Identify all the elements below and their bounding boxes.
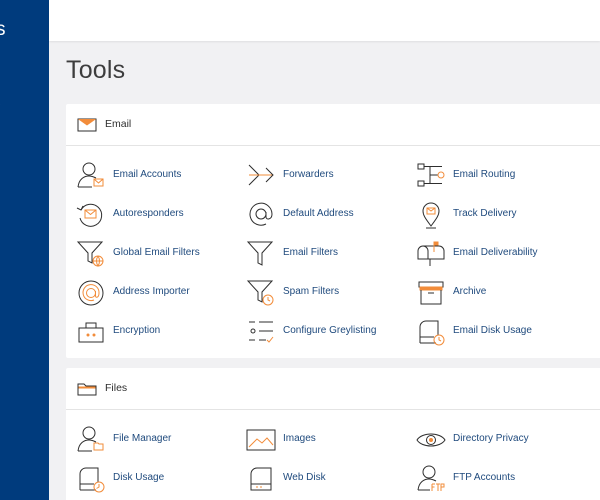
user-ftp-icon (416, 464, 446, 494)
tool-label: Email Filters (283, 247, 339, 258)
archive-box-icon (416, 278, 446, 308)
tool-label: Global Email Filters (113, 247, 200, 258)
tool-label: Images (283, 433, 316, 444)
sidebar: s y (0, 0, 49, 500)
checklist-icon (246, 317, 276, 347)
autoresponder-icon (76, 200, 106, 230)
email-panel-header[interactable]: Email (66, 104, 600, 146)
user-file-icon (76, 425, 106, 455)
envelope-icon (77, 117, 97, 133)
at-import-icon (76, 278, 106, 308)
tool-label: Archive (453, 286, 487, 297)
tool-label: Email Deliverability (453, 247, 538, 258)
at-sign-icon (246, 200, 276, 230)
tool-label: Configure Greylisting (283, 325, 377, 336)
top-bar (49, 0, 600, 41)
tool-label: Default Address (283, 208, 354, 219)
files-panel: Files File Manager Images Directory Priv… (66, 368, 600, 500)
tool-label: Spam Filters (283, 286, 340, 297)
tool-label: Email Routing (453, 169, 516, 180)
disk-usage-icon (76, 464, 106, 494)
tool-label: FTP Accounts (453, 472, 516, 483)
tool-label: Address Importer (113, 286, 190, 297)
tool-label: Forwarders (283, 169, 334, 180)
lock-icon (76, 317, 106, 347)
page-title: Tools (66, 56, 126, 84)
drive-icon (246, 464, 276, 494)
mailbox-icon (416, 239, 446, 269)
folder-icon (77, 381, 97, 397)
tool-label: Directory Privacy (453, 433, 529, 444)
tool-label: Web Disk (283, 472, 326, 483)
tool-label: Track Delivery (453, 208, 517, 219)
tool-label: Autoresponders (113, 208, 184, 219)
routing-icon (416, 161, 446, 191)
files-panel-title: Files (105, 382, 128, 394)
email-panel: Email Email Accounts Forwarders Email Ro… (66, 104, 600, 358)
files-panel-header[interactable]: Files (66, 368, 600, 410)
filter-icon (246, 239, 276, 269)
map-pin-icon (416, 200, 446, 230)
forward-arrow-icon (246, 161, 276, 191)
filter-globe-icon (76, 239, 106, 269)
email-panel-title: Email (105, 118, 132, 130)
disk-usage-icon (416, 317, 446, 347)
filter-clock-icon (246, 278, 276, 308)
tool-label: File Manager (113, 433, 172, 444)
tool-label: Email Accounts (113, 169, 182, 180)
tool-label: Email Disk Usage (453, 325, 532, 336)
user-mail-icon (76, 161, 106, 191)
tool-label: Encryption (113, 325, 161, 336)
image-icon (246, 425, 276, 455)
eye-icon (416, 425, 446, 455)
sidebar-brand-text: s (0, 19, 6, 40)
tool-label: Disk Usage (113, 472, 165, 483)
